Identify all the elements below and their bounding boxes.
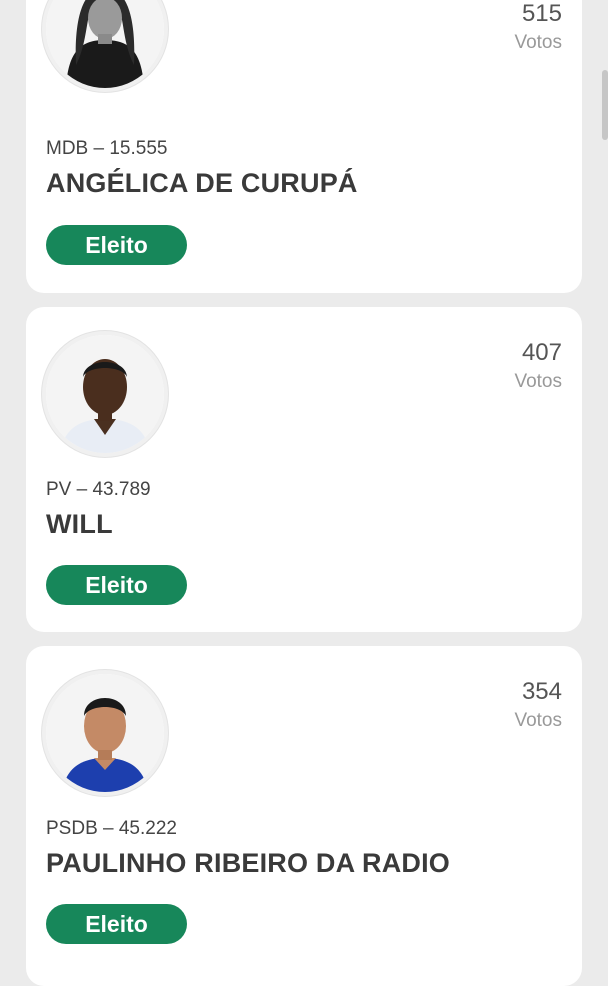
party-number: PV – 43.789: [46, 479, 151, 500]
status-badge: Eleito: [46, 904, 187, 944]
candidate-card[interactable]: 354 Votos PSDB – 45.222 PAULINHO RIBEIRO…: [26, 646, 582, 986]
votes-block: 354 Votos: [514, 678, 562, 733]
votes-count: 515: [521, 0, 562, 27]
votes-label: Votos: [514, 371, 562, 392]
votes-label: Votos: [514, 32, 562, 53]
party-number: MDB – 15.555: [46, 138, 168, 159]
candidate-photo: [46, 0, 164, 88]
votes-block: 407 Votos: [514, 339, 562, 394]
candidate-photo: [46, 335, 164, 453]
candidate-card[interactable]: 407 Votos PV – 43.789 WILL Eleito: [26, 307, 582, 632]
votes-count: 407: [521, 339, 562, 366]
votes-count: 354: [521, 678, 562, 705]
votes-label: Votos: [514, 710, 562, 731]
party-number: PSDB – 45.222: [46, 818, 177, 839]
status-badge: Eleito: [46, 565, 187, 605]
votes-block: 515 Votos: [514, 0, 562, 55]
scrollbar-thumb[interactable]: [602, 70, 608, 140]
candidate-name: WILL: [46, 509, 113, 539]
candidate-photo: [46, 674, 164, 792]
status-badge: Eleito: [46, 225, 187, 265]
candidate-card[interactable]: 515 Votos MDB – 15.555 ANGÉLICA DE CURUP…: [26, 0, 582, 293]
candidate-name: PAULINHO RIBEIRO DA RADIO: [46, 848, 451, 878]
candidate-name: ANGÉLICA DE CURUPÁ: [46, 168, 358, 198]
